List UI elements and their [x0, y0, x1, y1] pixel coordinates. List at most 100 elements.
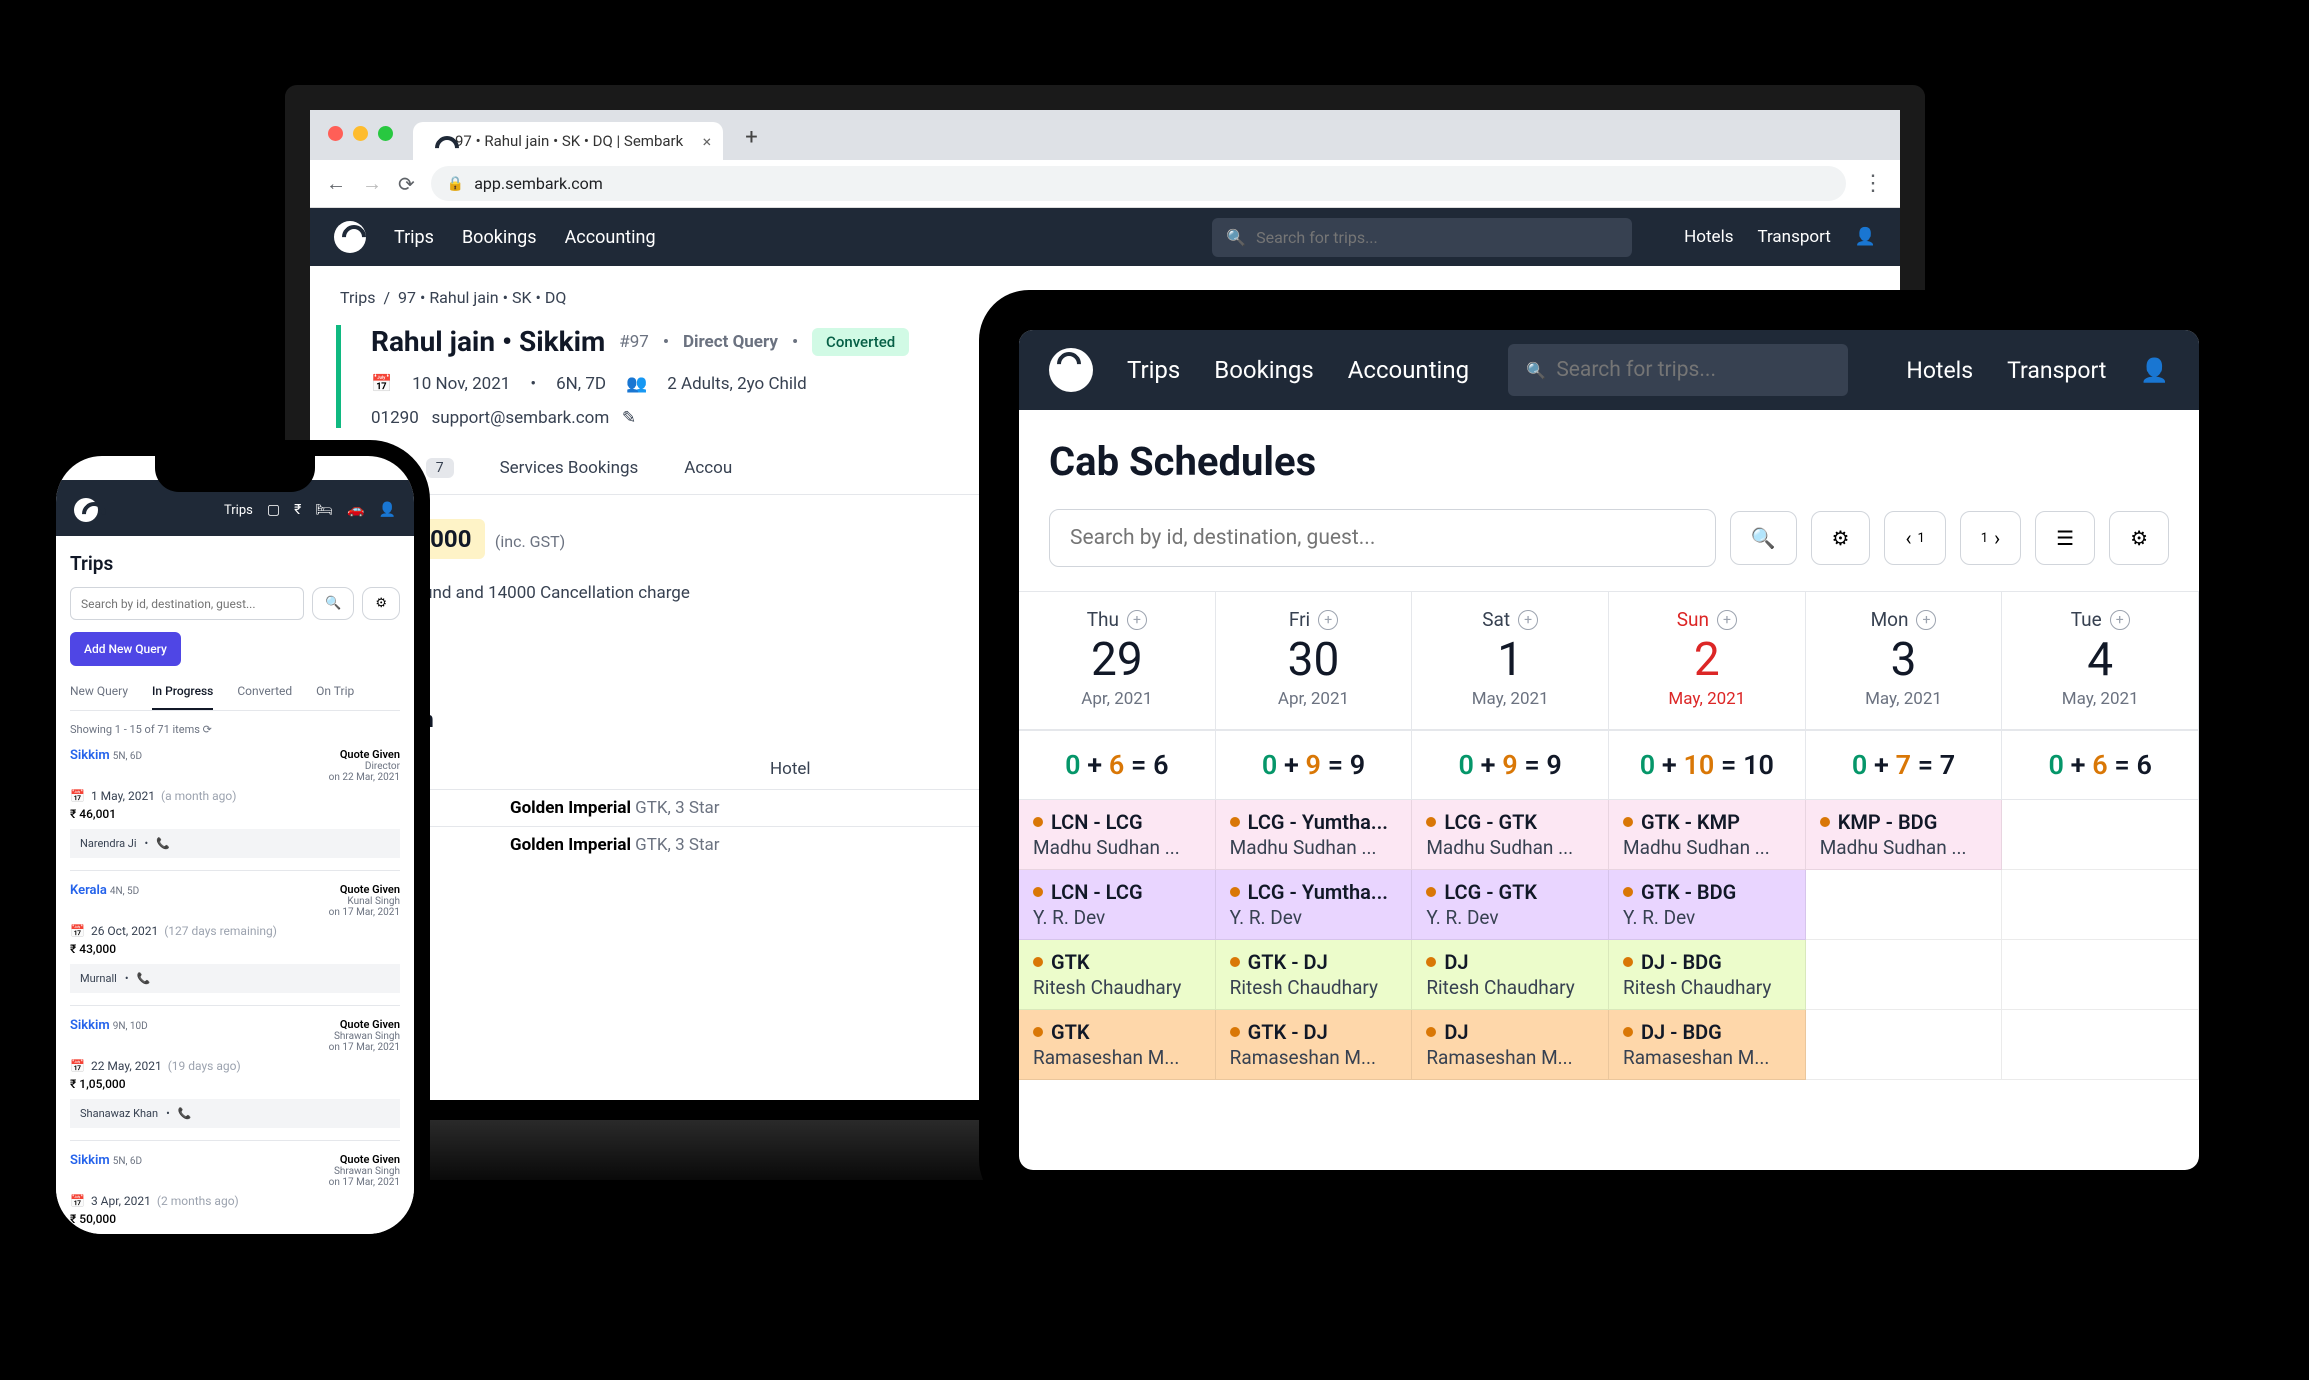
- cab-cell[interactable]: GTK Ritesh Chaudhary: [1019, 940, 1216, 1010]
- calendar-day[interactable]: Fri + 30 Apr, 2021: [1216, 592, 1413, 729]
- nav-accounting[interactable]: Accounting: [565, 227, 656, 248]
- nav-accounting[interactable]: Accounting: [1348, 356, 1469, 384]
- filter-button[interactable]: ⚙: [1811, 511, 1871, 565]
- search-input[interactable]: [1256, 228, 1618, 247]
- cab-cell[interactable]: GTK - DJ Ritesh Chaudhary: [1216, 940, 1413, 1010]
- add-icon[interactable]: +: [1518, 610, 1538, 630]
- weekday: Tue +: [2002, 608, 2198, 631]
- cab-cell[interactable]: LCG - GTK Y. R. Dev: [1412, 870, 1609, 940]
- refresh-icon[interactable]: ⟳: [203, 723, 212, 736]
- minimize-window-icon[interactable]: [353, 126, 368, 141]
- tablet-device: Trips Bookings Accounting 🔍 Hotels Trans…: [979, 290, 2239, 1210]
- address-bar[interactable]: 🔒 app.sembark.com: [431, 166, 1846, 201]
- search-button[interactable]: 🔍: [312, 587, 354, 620]
- cab-cell[interactable]: DJ Ritesh Chaudhary: [1412, 940, 1609, 1010]
- search-input[interactable]: [1556, 358, 1830, 382]
- status-dot-icon: [1230, 1027, 1240, 1037]
- nav-hotels[interactable]: Hotels: [1684, 227, 1733, 247]
- tab-new-query[interactable]: New Query: [70, 684, 128, 710]
- prev-button[interactable]: ‹1: [1884, 511, 1945, 565]
- nav-trips[interactable]: Trips: [224, 503, 253, 518]
- close-tab-icon[interactable]: ×: [703, 132, 712, 151]
- close-window-icon[interactable]: [328, 126, 343, 141]
- tab-accounting[interactable]: Accou: [684, 458, 732, 494]
- browser-tab[interactable]: 97 • Rahul jain • SK • DQ | Sembark ×: [413, 122, 723, 160]
- add-icon[interactable]: +: [1717, 610, 1737, 630]
- app-logo-icon[interactable]: [74, 498, 98, 522]
- status-dot-icon: [1623, 957, 1633, 967]
- nav-transport[interactable]: Transport: [1757, 227, 1830, 247]
- cab-cell[interactable]: DJ Ramaseshan M...: [1412, 1010, 1609, 1080]
- trip-id: #97: [619, 332, 649, 352]
- car-icon[interactable]: 🚗: [347, 502, 364, 518]
- cab-cell[interactable]: LCG - Yumtha... Y. R. Dev: [1216, 870, 1413, 940]
- edit-icon[interactable]: ✎: [622, 408, 636, 428]
- cab-cell[interactable]: GTK Ramaseshan M...: [1019, 1010, 1216, 1080]
- back-icon[interactable]: ←: [326, 171, 346, 196]
- search-input[interactable]: [70, 587, 304, 620]
- phone-icon[interactable]: 📞: [156, 837, 170, 850]
- trip-card[interactable]: Sikkim 5N, 6D Quote GivenShrawan Singhon…: [70, 1141, 400, 1234]
- trip-card[interactable]: Kerala 4N, 5D Quote GivenKunal Singhon 1…: [70, 871, 400, 1006]
- cab-cell[interactable]: GTK - DJ Ramaseshan M...: [1216, 1010, 1413, 1080]
- add-icon[interactable]: +: [1318, 610, 1338, 630]
- calendar-day[interactable]: Mon + 3 May, 2021: [1806, 592, 2003, 729]
- card-date: 📅 22 May, 2021 (19 days ago): [70, 1059, 400, 1073]
- calendar-day[interactable]: Tue + 4 May, 2021: [2002, 592, 2199, 729]
- phone-icon[interactable]: 📞: [178, 1107, 192, 1120]
- app-logo-icon[interactable]: [1049, 348, 1093, 392]
- cab-cell[interactable]: DJ - BDG Ritesh Chaudhary: [1609, 940, 1806, 1010]
- calendar-icon[interactable]: ▢: [267, 502, 280, 518]
- equation-row: 0 + 6 = 60 + 9 = 90 + 9 = 90 + 10 = 100 …: [1019, 729, 2199, 800]
- app-logo-icon[interactable]: [334, 221, 366, 253]
- cab-cell[interactable]: GTK - BDG Y. R. Dev: [1609, 870, 1806, 940]
- user-icon[interactable]: 👤: [379, 502, 396, 518]
- trip-card[interactable]: Sikkim 5N, 6D Quote GivenDirectoron 22 M…: [70, 736, 400, 871]
- add-icon[interactable]: +: [1916, 610, 1936, 630]
- new-tab-button[interactable]: +: [731, 115, 771, 160]
- cab-cell[interactable]: DJ - BDG Ramaseshan M...: [1609, 1010, 1806, 1080]
- browser-menu-icon[interactable]: ⋮: [1862, 171, 1884, 196]
- nav-trips[interactable]: Trips: [1127, 356, 1180, 384]
- bed-icon[interactable]: 🛏: [315, 502, 333, 518]
- maximize-window-icon[interactable]: [378, 126, 393, 141]
- search-box[interactable]: 🔍: [1212, 218, 1632, 257]
- settings-button[interactable]: ⚙: [2109, 511, 2169, 565]
- tab-on-trip[interactable]: On Trip: [316, 684, 354, 710]
- next-button[interactable]: 1›: [1960, 511, 2021, 565]
- tab-in-progress[interactable]: In Progress: [152, 684, 213, 710]
- cab-cell[interactable]: LCG - Yumtha... Madhu Sudhan ...: [1216, 800, 1413, 870]
- calendar-day[interactable]: Sat + 1 May, 2021: [1412, 592, 1609, 729]
- calendar-day[interactable]: Sun + 2 May, 2021: [1609, 592, 1806, 729]
- nav-bookings[interactable]: Bookings: [462, 227, 537, 248]
- search-button[interactable]: 🔍: [1730, 511, 1797, 565]
- phone-icon[interactable]: 📞: [137, 972, 151, 985]
- cab-cell[interactable]: GTK - KMP Madhu Sudhan ...: [1609, 800, 1806, 870]
- cab-cell[interactable]: LCN - LCG Madhu Sudhan ...: [1019, 800, 1216, 870]
- status-dot-icon: [1033, 887, 1043, 897]
- cab-search-input[interactable]: [1049, 509, 1716, 567]
- cab-cell[interactable]: LCN - LCG Y. R. Dev: [1019, 870, 1216, 940]
- breadcrumb-trips[interactable]: Trips: [340, 288, 376, 307]
- filter-button[interactable]: ⚙: [362, 587, 400, 620]
- user-icon[interactable]: 👤: [2140, 357, 2169, 384]
- cab-cell[interactable]: LCG - GTK Madhu Sudhan ...: [1412, 800, 1609, 870]
- cab-cell[interactable]: KMP - BDG Madhu Sudhan ...: [1806, 800, 2003, 870]
- nav-hotels[interactable]: Hotels: [1906, 357, 1973, 384]
- tab-services[interactable]: Services Bookings: [500, 458, 639, 494]
- add-icon[interactable]: +: [2110, 610, 2130, 630]
- add-icon[interactable]: +: [1127, 610, 1147, 630]
- reload-icon[interactable]: ⟳: [398, 172, 415, 196]
- nav-transport[interactable]: Transport: [2007, 357, 2106, 384]
- trip-card[interactable]: Sikkim 9N, 10D Quote GivenShrawan Singho…: [70, 1006, 400, 1141]
- nav-bookings[interactable]: Bookings: [1214, 356, 1313, 384]
- calendar-day[interactable]: Thu + 29 Apr, 2021: [1019, 592, 1216, 729]
- user-icon[interactable]: 👤: [1855, 227, 1876, 247]
- tab-converted[interactable]: Converted: [237, 684, 292, 710]
- list-view-button[interactable]: ☰: [2035, 511, 2095, 565]
- trip-title: Rahul jain • Sikkim: [371, 325, 605, 358]
- rupee-icon[interactable]: ₹: [294, 502, 301, 518]
- add-query-button[interactable]: Add New Query: [70, 632, 181, 666]
- nav-trips[interactable]: Trips: [394, 227, 434, 248]
- search-box[interactable]: 🔍: [1508, 344, 1848, 396]
